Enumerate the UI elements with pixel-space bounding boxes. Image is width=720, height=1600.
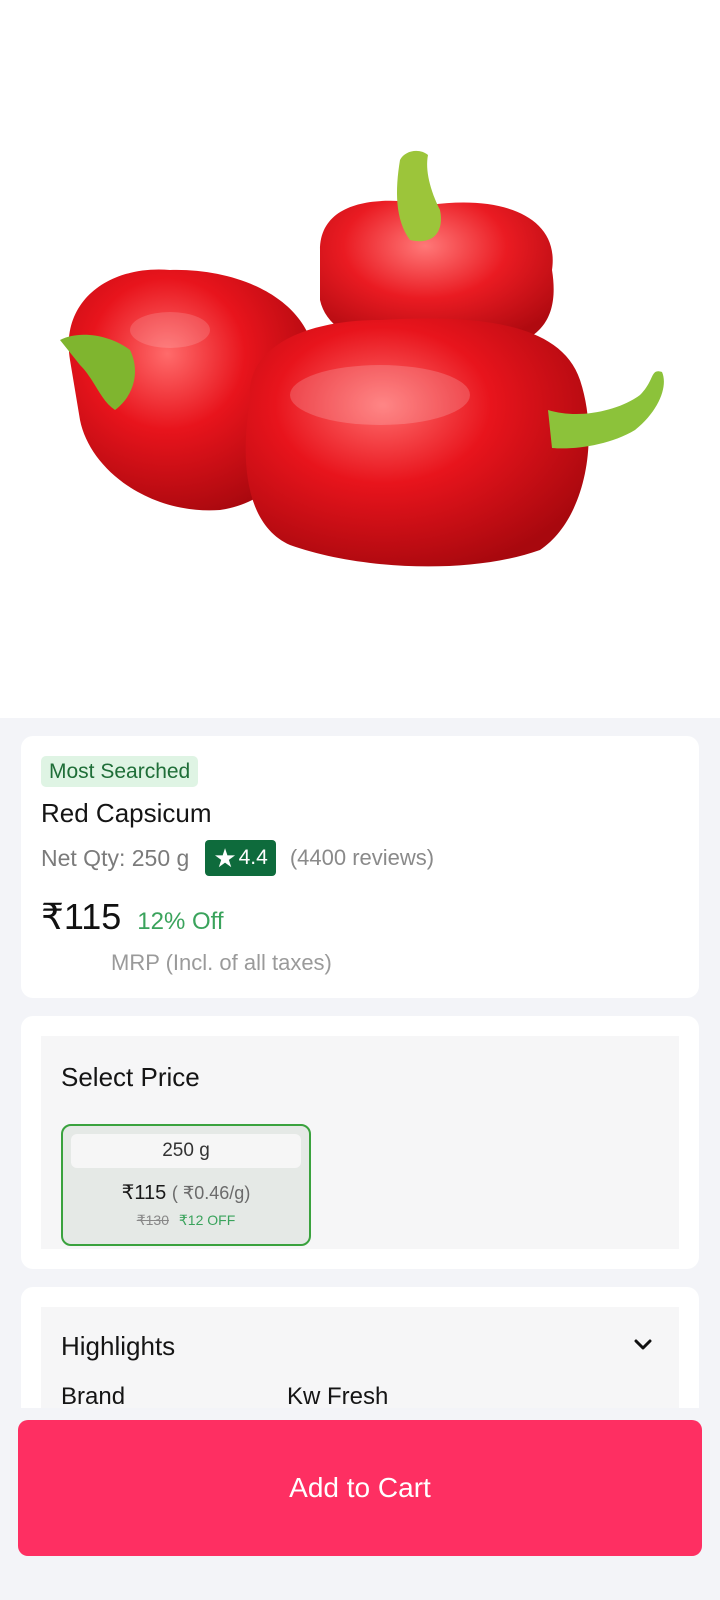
highlight-brand-label: Brand	[61, 1383, 126, 1410]
highlight-brand-value: Kw Fresh	[287, 1383, 389, 1410]
highlights-title: Highlights	[61, 1331, 176, 1361]
review-count[interactable]: (4400 reviews)	[290, 845, 434, 871]
select-price-title: Select Price	[61, 1062, 200, 1092]
capsicum-illustration	[60, 150, 664, 567]
chevron-down-icon[interactable]	[631, 1333, 655, 1357]
product-title: Red Capsicum	[41, 798, 212, 828]
qty-rating-row: Net Qty: 250 g ★ 4.4 (4400 reviews)	[41, 840, 434, 876]
option-unit-price: ( ₹0.46/g)	[171, 1183, 251, 1203]
add-to-cart-button[interactable]: Add to Cart	[18, 1420, 702, 1556]
select-price-panel: Select Price 250 g ₹115 ( ₹0.46/g) ₹130 …	[41, 1036, 679, 1249]
price-row: ₹115 12% Off	[41, 896, 224, 938]
option-savings-line: ₹130 ₹12 OFF	[63, 1212, 309, 1229]
star-icon: ★	[213, 843, 237, 873]
option-weight: 250 g	[71, 1134, 301, 1168]
option-price-line: ₹115 ( ₹0.46/g)	[63, 1180, 309, 1205]
rating-badge[interactable]: ★ 4.4	[205, 840, 276, 876]
option-mrp: ₹130	[136, 1212, 169, 1228]
product-info-card: Most Searched Red Capsicum Net Qty: 250 …	[21, 736, 699, 998]
rating-value: 4.4	[238, 846, 268, 869]
net-qty: Net Qty: 250 g	[41, 844, 190, 871]
discount-label: 12% Off	[137, 908, 224, 935]
product-image[interactable]	[0, 0, 720, 718]
select-price-card: Select Price 250 g ₹115 ( ₹0.46/g) ₹130 …	[21, 1016, 699, 1269]
price-option-250g[interactable]: 250 g ₹115 ( ₹0.46/g) ₹130 ₹12 OFF	[61, 1124, 311, 1246]
option-price: ₹115	[121, 1182, 167, 1204]
selling-price: ₹115	[41, 896, 122, 937]
option-savings: ₹12 OFF	[178, 1212, 236, 1228]
mrp-note: MRP (Incl. of all taxes)	[111, 950, 332, 975]
most-searched-badge: Most Searched	[41, 756, 199, 787]
